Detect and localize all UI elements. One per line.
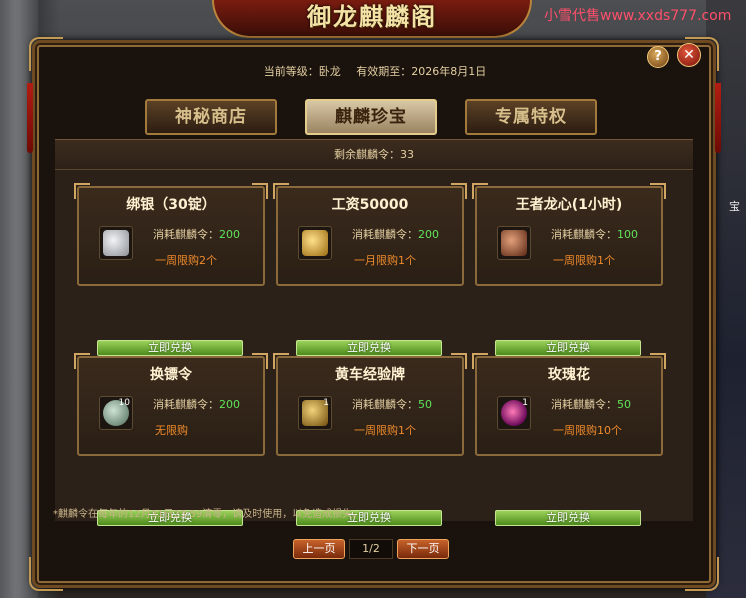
item-name: 工资50000 [331, 197, 409, 213]
silver-ingot-icon[interactable] [99, 226, 133, 260]
item-name: 黄车经验牌 [335, 367, 405, 383]
exchange-button[interactable]: 立即兑换 [495, 340, 641, 356]
item-cost: 消耗麒麟令：50 [352, 398, 432, 411]
frame-corner-ornament [685, 557, 719, 591]
frame-corner-ornament [29, 557, 63, 591]
seller-watermark: 小雪代售www.xxds777.com [544, 8, 732, 24]
shop-item-card: 王者龙心(1小时) 消耗麒麟令：100 一周限购1个 [472, 183, 666, 286]
item-name: 玫瑰花 [548, 367, 590, 383]
exchange-button[interactable]: 立即兑换 [495, 510, 641, 526]
scene-side-text: 宝 [729, 200, 740, 213]
tab-mystery-shop[interactable]: 神秘商店 [145, 99, 277, 135]
shop-item-card: 黄车经验牌 1 消耗麒麟令：50 一周限购1个 [273, 353, 467, 456]
expiry-date: 有效期至：2026年8月1日 [356, 65, 487, 78]
item-name: 绑银（30锭） [126, 197, 216, 213]
purchase-limit: 一周限购1个 [354, 424, 416, 437]
red-tassel [27, 83, 33, 153]
exchange-button[interactable]: 立即兑换 [296, 340, 442, 356]
purchase-limit: 无限购 [155, 424, 188, 437]
tab-bar: 神秘商店 麒麟珍宝 专属特权 [145, 99, 615, 137]
escort-token-icon[interactable]: 10 [99, 396, 133, 430]
yellow-cart-icon[interactable]: 1 [298, 396, 332, 430]
item-cost: 消耗麒麟令：200 [153, 398, 240, 411]
item-name: 换镖令 [150, 367, 192, 383]
membership-info: 当前等级：卧龙 有效期至：2026年8月1日 [235, 63, 515, 79]
frame-corner-ornament [29, 37, 63, 71]
prev-page-button[interactable]: 上一页 [293, 539, 345, 559]
rose-icon[interactable]: 1 [497, 396, 531, 430]
qilin-pavilion-window: 当前等级：卧龙 有效期至：2026年8月1日 ? ✕ 神秘商店 麒麟珍宝 专属特… [27, 37, 721, 591]
item-cost: 消耗麒麟令：200 [352, 228, 439, 241]
tab-qilin-treasure[interactable]: 麒麟珍宝 [305, 99, 437, 135]
shop-item-card: 绑银（30锭） 消耗麒麟令：200 一周限购2个 [74, 183, 268, 286]
item-cost: 消耗麒麟令：50 [551, 398, 631, 411]
title-banner: 御龙麒麟阁 [212, 0, 532, 38]
close-button[interactable]: ✕ [677, 43, 701, 67]
shop-panel: 剩余麒麟令：33 绑银（30锭） 消耗麒麟令：200 一周限购2个 立即兑换 工… [55, 139, 693, 526]
purchase-limit: 一月限购1个 [354, 254, 416, 267]
purchase-limit: 一周限购10个 [553, 424, 622, 437]
gold-scroll-icon[interactable] [298, 226, 332, 260]
token-reset-note: *麒麟令在每年的12月31日23:59清零，请及时使用，以免造成损失。 [53, 509, 363, 520]
exchange-button[interactable]: 立即兑换 [97, 340, 243, 356]
purchase-limit: 一周限购2个 [155, 254, 217, 267]
red-tassel [715, 83, 721, 153]
tab-exclusive-privileges[interactable]: 专属特权 [465, 99, 597, 135]
window-title: 御龙麒麟阁 [307, 2, 437, 31]
shop-item-card: 工资50000 消耗麒麟令：200 一月限购1个 [273, 183, 467, 286]
remaining-tokens: 剩余麒麟令：33 [55, 140, 693, 170]
current-level: 当前等级：卧龙 [263, 65, 341, 78]
next-page-button[interactable]: 下一页 [397, 539, 449, 559]
shop-item-card: 玫瑰花 1 消耗麒麟令：50 一周限购10个 [472, 353, 666, 456]
pagination: 上一页 1/2 下一页 [293, 539, 453, 561]
item-cost: 消耗麒麟令：100 [551, 228, 638, 241]
purchase-limit: 一周限购1个 [553, 254, 615, 267]
dragon-heart-icon[interactable] [497, 226, 531, 260]
help-button[interactable]: ? [647, 46, 669, 68]
page-indicator: 1/2 [349, 539, 393, 559]
item-name: 王者龙心(1小时) [515, 197, 623, 213]
shop-item-card: 换镖令 10 消耗麒麟令：200 无限购 [74, 353, 268, 456]
item-cost: 消耗麒麟令：200 [153, 228, 240, 241]
